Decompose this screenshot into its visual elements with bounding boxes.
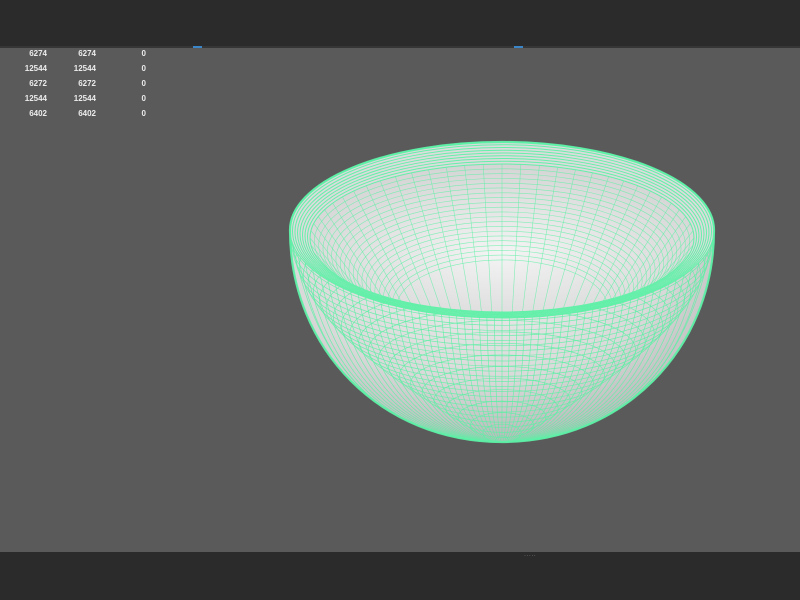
top-toolbar [0, 0, 800, 47]
status-text: ..... [524, 551, 537, 558]
bowl-mesh[interactable] [0, 48, 800, 552]
3d-viewport[interactable]: 6274 6274 0 12544 12544 0 6272 6272 0 12… [0, 48, 800, 552]
bottom-status-bar: ..... [0, 551, 800, 600]
app-window: 6274 6274 0 12544 12544 0 6272 6272 0 12… [0, 0, 800, 600]
